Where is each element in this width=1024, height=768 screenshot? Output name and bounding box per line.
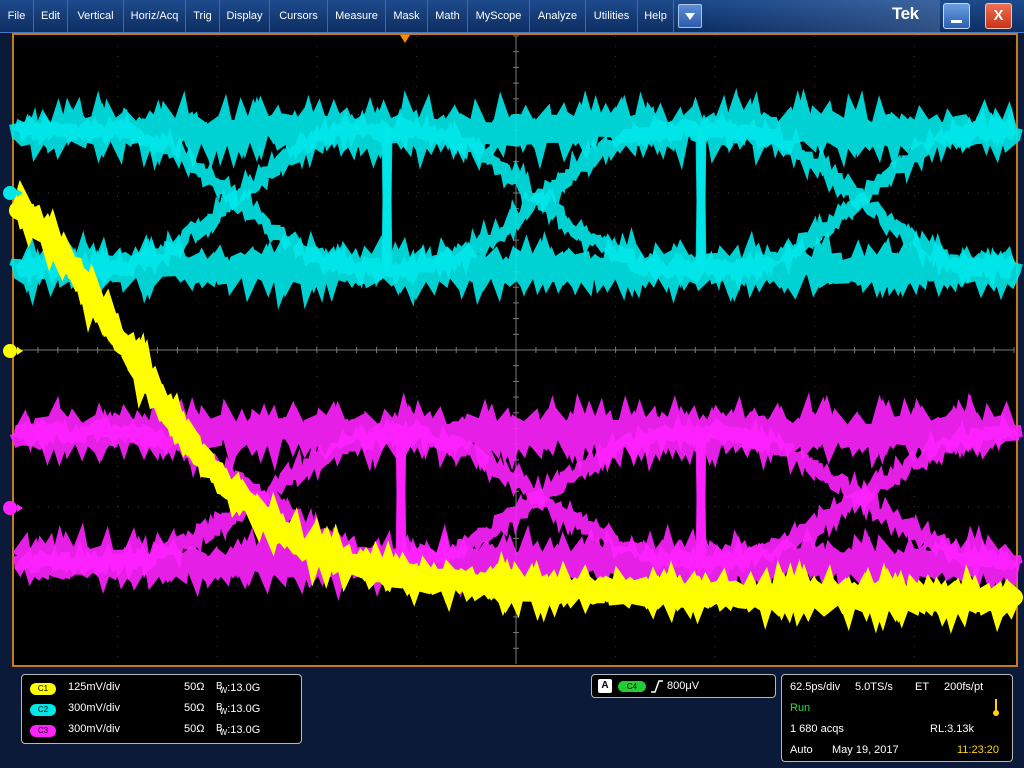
- ch1-bandwidth: BW:13.0G: [216, 681, 260, 695]
- ch2-bandwidth-value: :13.0G: [227, 703, 261, 715]
- waveform-display[interactable]: [0, 0, 1024, 768]
- horizontal-scale: 62.5ps/div: [790, 681, 841, 693]
- record-length: RL:3.13k: [930, 723, 975, 735]
- ch2-scale: 300mV/div: [68, 702, 120, 714]
- ch2-bandwidth: BW:13.0G: [216, 702, 260, 716]
- trigger-source-badge: C4: [618, 681, 646, 692]
- run-state: Run: [790, 702, 811, 714]
- acquisition-count: 1 680 acqs: [790, 723, 844, 735]
- time-resolution: 200fs/pt: [944, 681, 984, 693]
- ch2-offset-marker[interactable]: 2: [3, 186, 23, 200]
- ch1-badge: C1: [30, 683, 56, 695]
- acquisition-mode: ET: [915, 681, 930, 693]
- ch1-scale: 125mV/div: [68, 681, 120, 693]
- trigger-level: 800μV: [667, 680, 700, 692]
- trigger-mode: Auto: [790, 744, 813, 756]
- channel-readout-panel[interactable]: C1 125mV/div 50Ω BW:13.0G C2 300mV/div 5…: [21, 674, 302, 744]
- ch1-impedance: 50Ω: [184, 681, 205, 693]
- ch2-impedance: 50Ω: [184, 702, 205, 714]
- ch3-scale: 300mV/div: [68, 723, 120, 735]
- date: May 19, 2017: [832, 744, 899, 756]
- trigger-position-icon[interactable]: [400, 35, 410, 43]
- ch2-badge: C2: [30, 704, 56, 716]
- ch1-bandwidth-value: :13.0G: [227, 682, 261, 694]
- ch1-readout[interactable]: C1 125mV/div 50Ω BW:13.0G: [22, 678, 303, 698]
- ch3-badge: C3: [30, 725, 56, 737]
- ch3-offset-marker[interactable]: 3: [3, 501, 23, 515]
- sample-rate: 5.0TS/s: [855, 681, 893, 693]
- time: 11:23:20: [957, 744, 1000, 756]
- ch3-readout[interactable]: C3 300mV/div 50Ω BW:13.0G: [22, 720, 303, 740]
- acquisition-status-panel[interactable]: 62.5ps/div 5.0TS/s ET 200fs/pt Run 1 680…: [781, 674, 1013, 762]
- rising-edge-icon: [651, 680, 663, 693]
- trigger-a-label: A: [598, 679, 612, 693]
- ch3-impedance: 50Ω: [184, 723, 205, 735]
- trigger-readout-panel[interactable]: A C4 800μV: [591, 674, 776, 698]
- ch2-band-high: [9, 87, 1023, 171]
- ch3-bandwidth-value: :13.0G: [227, 724, 261, 736]
- ch1-offset-marker[interactable]: 1: [3, 344, 23, 358]
- ch3-bandwidth: BW:13.0G: [216, 723, 260, 737]
- trigger-status-icon: [993, 699, 999, 716]
- ch2-readout[interactable]: C2 300mV/div 50Ω BW:13.0G: [22, 699, 303, 719]
